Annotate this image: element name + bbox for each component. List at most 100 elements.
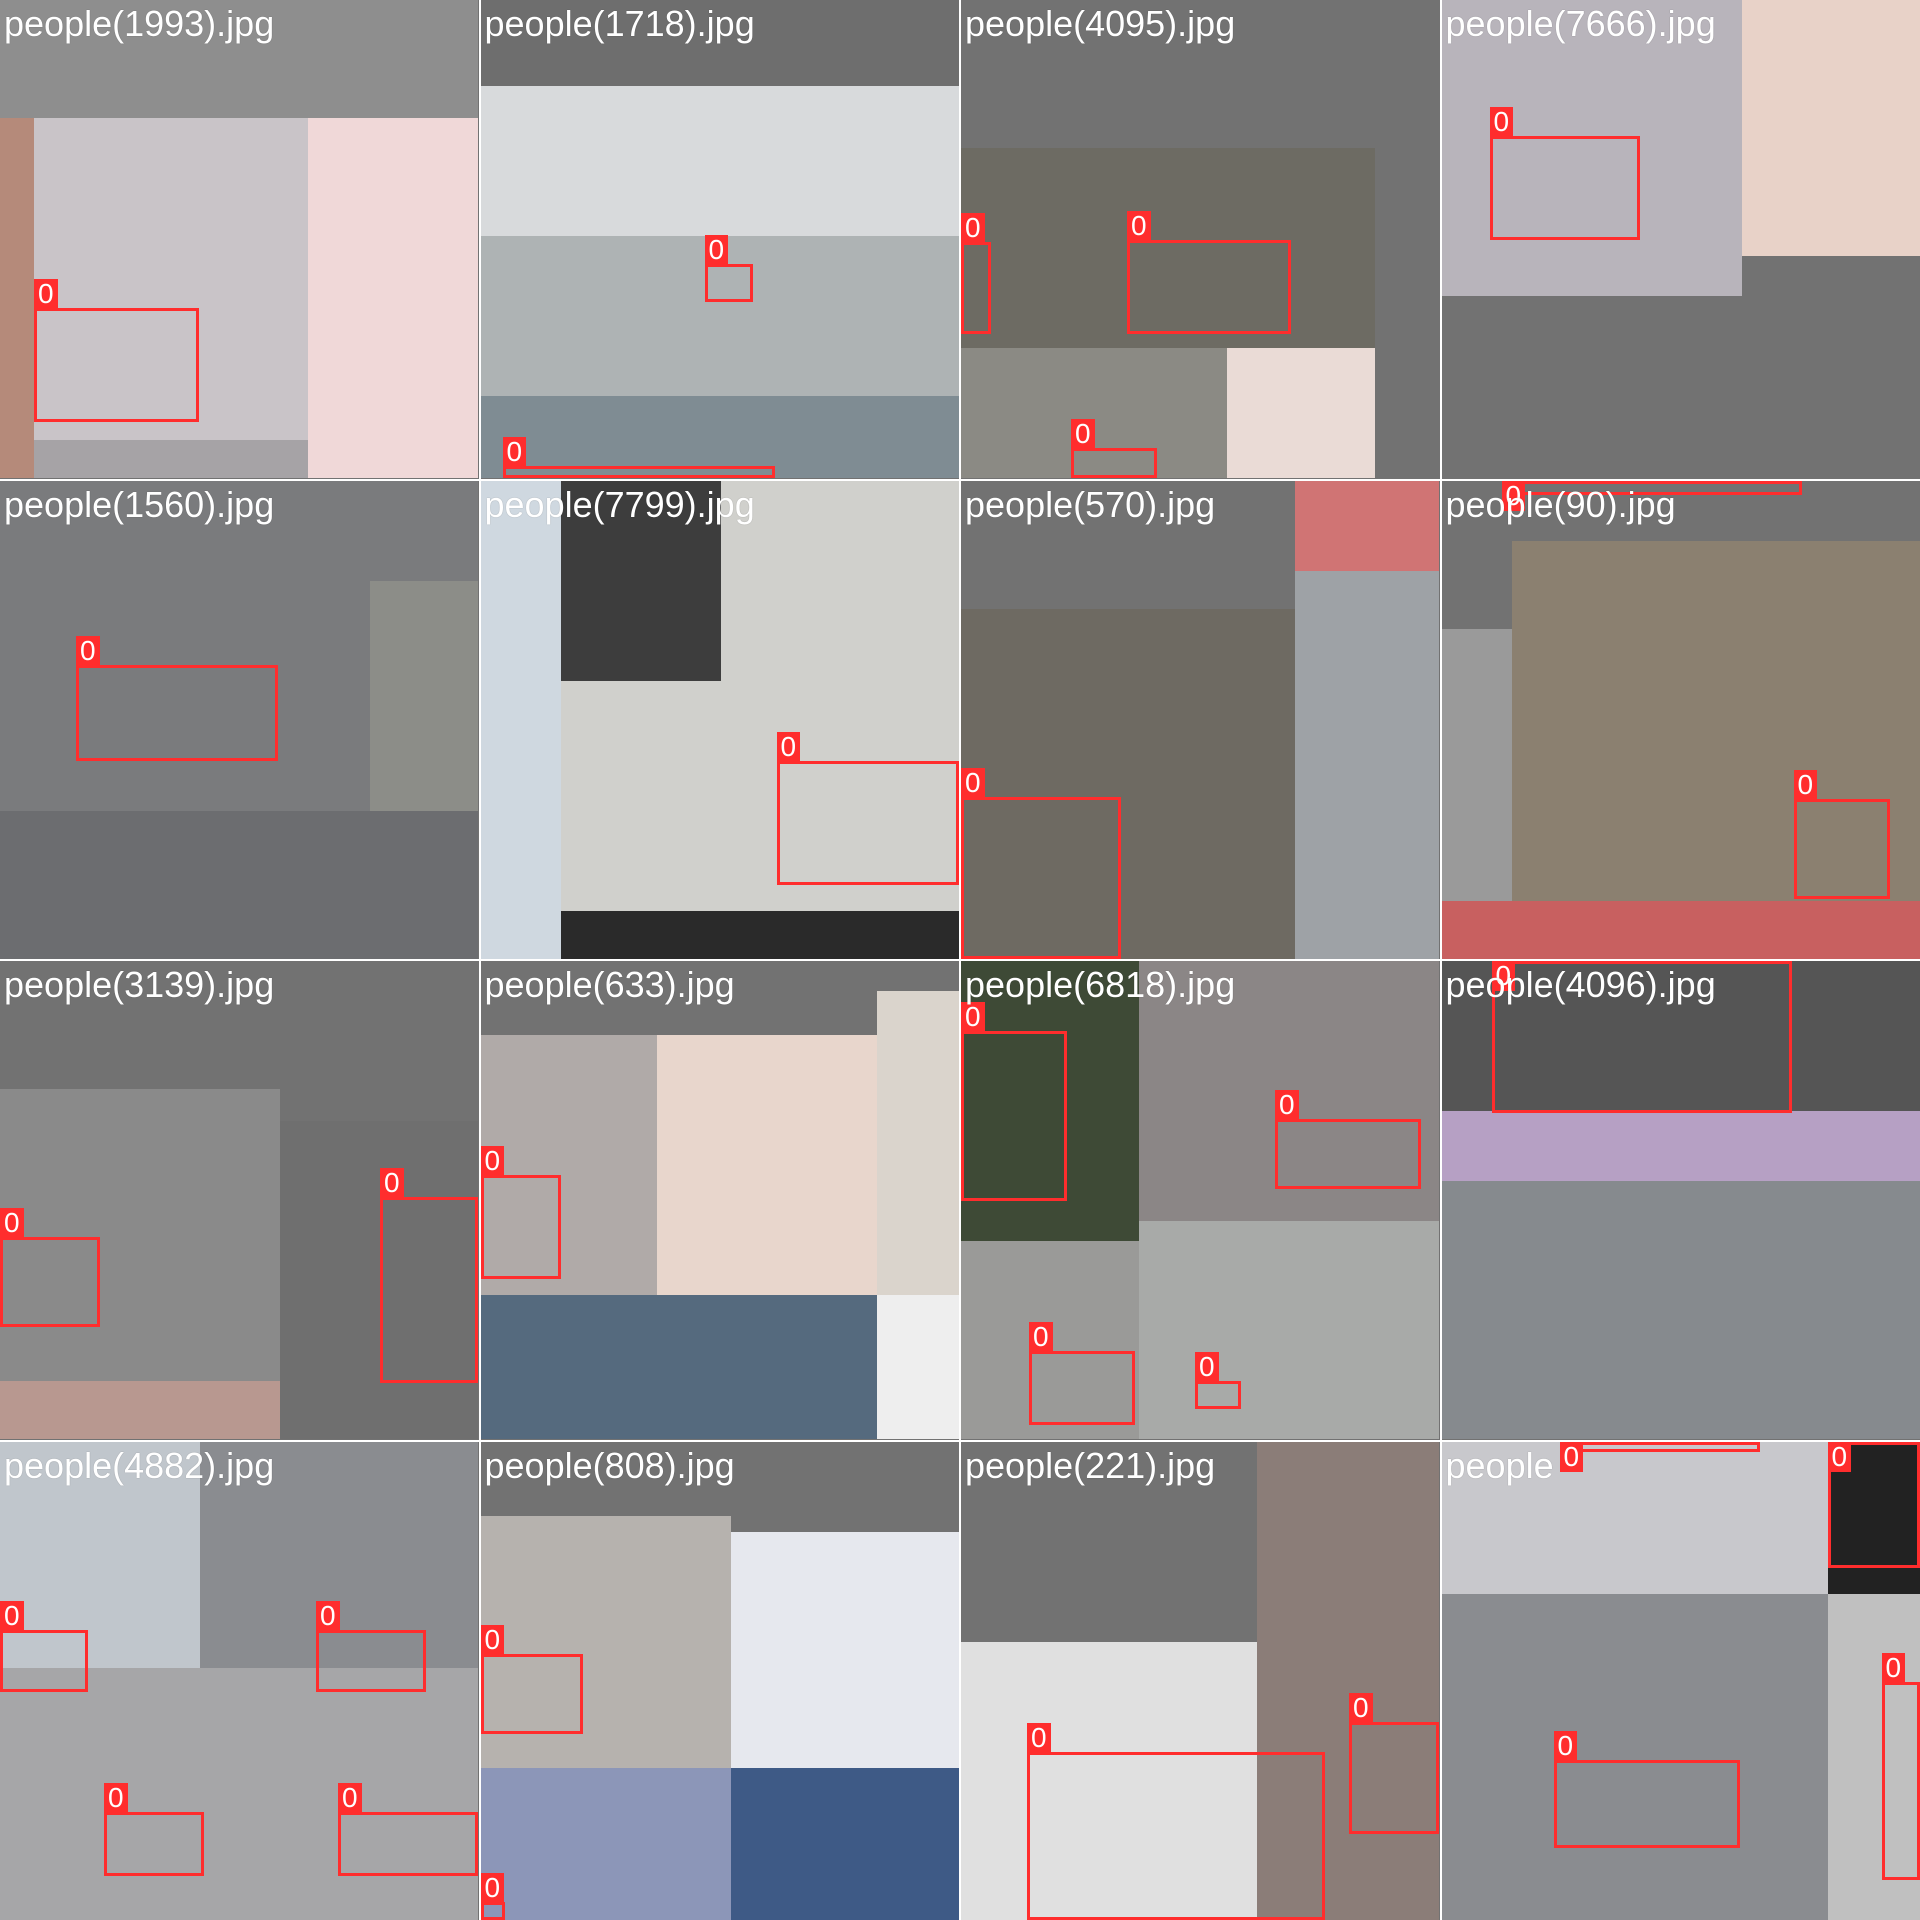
detection-class-label: 0 (0, 1600, 24, 1631)
detection-class-label: 0 (502, 437, 527, 467)
detection-box: 0 (34, 279, 199, 422)
tile-filename: people(4882).jpg (4, 1444, 275, 1486)
detection-box: 0 (704, 235, 753, 302)
photo-fragment (480, 480, 561, 959)
tile-filename: people(3139).jpg (4, 964, 275, 1005)
image-tile: 0 0 people(1718).jpg (480, 0, 959, 479)
photo-fragment (0, 810, 478, 959)
tile-filename: people(633).jpg (484, 964, 735, 1005)
detection-box: 0 (1027, 1722, 1325, 1920)
photo-fragment (730, 1767, 959, 1920)
detection-class-label: 0 (1881, 1652, 1906, 1683)
detection-box: 0 (1559, 1441, 1760, 1472)
detection-box: 0 (380, 1168, 478, 1383)
photo-fragment (1227, 348, 1375, 478)
detection-class-label: 0 (961, 213, 985, 243)
tile-filename: people(7666).jpg (1445, 3, 1716, 44)
detection-box: 0 (480, 1624, 583, 1734)
image-tile: 0 people(633).jpg (480, 961, 959, 1440)
detection-box: 0 (1195, 1352, 1241, 1409)
photo-fragment (0, 1667, 478, 1920)
image-tile: 0 0 people(90).jpg (1441, 480, 1920, 959)
image-tile: 0 people(570).jpg (961, 480, 1440, 959)
detection-class-label: 0 (1029, 1322, 1053, 1352)
tile-filename: people(1993).jpg (4, 3, 275, 44)
image-tile: 0 people(7799).jpg (480, 480, 959, 959)
detection-class-label: 0 (34, 279, 58, 309)
photo-fragment (370, 580, 478, 811)
photo-fragment (34, 440, 308, 478)
detection-box: 0 (480, 1872, 505, 1920)
detection-box: 0 (1275, 1090, 1421, 1189)
image-tile: 0 people(1993).jpg (0, 0, 479, 479)
detection-box: 0 (1827, 1441, 1920, 1568)
image-tile: 0 0 people(3139).jpg (0, 961, 479, 1440)
detection-class-label: 0 (961, 1002, 985, 1032)
detection-box: 0 (776, 731, 959, 885)
detection-class-label: 0 (776, 731, 801, 762)
detection-box: 0 (316, 1600, 426, 1692)
photo-fragment (308, 118, 478, 478)
photo-fragment (730, 1531, 959, 1768)
detection-box: 0 (104, 1782, 204, 1876)
detection-class-label: 0 (316, 1600, 340, 1631)
photo-fragment (1441, 1593, 1828, 1920)
photo-fragment (1441, 1111, 1920, 1181)
photo-fragment (560, 910, 959, 959)
detection-class-label: 0 (1349, 1692, 1373, 1723)
detection-class-label: 0 (76, 635, 100, 666)
photo-fragment (480, 86, 959, 236)
detection-class-label: 0 (1559, 1441, 1584, 1472)
detection-class-label: 0 (480, 1146, 505, 1176)
tile-filename: people(1718).jpg (484, 3, 755, 44)
detection-class-label: 0 (1553, 1730, 1578, 1761)
image-tile: 0 people(7666).jpg (1441, 0, 1920, 479)
tile-filename: people (1445, 1444, 1554, 1486)
detection-class-label: 0 (104, 1782, 128, 1813)
image-tile: 0 0 0 people(4095).jpg (961, 0, 1440, 479)
tile-filename: people(4095).jpg (965, 3, 1236, 44)
detection-class-label: 0 (704, 235, 729, 265)
detection-box: 0 (502, 437, 775, 478)
tile-filename: people(6818).jpg (965, 964, 1236, 1005)
photo-fragment (34, 118, 308, 478)
detection-box: 0 (0, 1600, 88, 1692)
photo-fragment (0, 1381, 280, 1439)
image-grid: 0 people(1993).jpg 0 0 people(1718).jpg 0 0 0 pe… (0, 0, 1920, 1920)
detection-box: 0 (1793, 769, 1890, 899)
tile-filename: people(90).jpg (1445, 483, 1676, 525)
detection-box: 0 (961, 1002, 1067, 1201)
tile-filename: people(221).jpg (965, 1444, 1216, 1486)
photo-fragment (1139, 1221, 1439, 1439)
tile-filename: people(1560).jpg (4, 483, 275, 525)
detection-class-label: 0 (0, 1208, 24, 1238)
detection-class-label: 0 (961, 767, 985, 798)
tile-filename: people(4096).jpg (1445, 964, 1716, 1005)
image-tile: 0 0 0 0 people(6818).jpg (961, 961, 1440, 1440)
detection-box: 0 (0, 1208, 100, 1327)
image-tile: 0 0 0 0 people(4882).jpg (0, 1441, 479, 1920)
detection-box: 0 (1553, 1730, 1740, 1848)
tile-filename: people(7799).jpg (484, 483, 755, 525)
photo-fragment (1741, 0, 1920, 256)
photo-fragment (1295, 480, 1439, 571)
image-tile: 0 people(1560).jpg (0, 480, 479, 959)
photo-fragment (876, 991, 959, 1295)
detection-box: 0 (1029, 1322, 1135, 1425)
tile-filename: people(570).jpg (965, 483, 1216, 525)
detection-box: 0 (1071, 419, 1157, 478)
detection-class-label: 0 (1195, 1352, 1219, 1382)
detection-class-label: 0 (1275, 1090, 1299, 1120)
photo-fragment (876, 1295, 959, 1439)
detection-box: 0 (338, 1782, 478, 1876)
photo-fragment (656, 1035, 877, 1295)
image-tile: 0 people(4096).jpg (1441, 961, 1920, 1440)
photo-fragment (480, 1767, 731, 1920)
detection-class-label: 0 (1827, 1441, 1852, 1472)
tile-filename: people(808).jpg (484, 1444, 735, 1486)
photo-fragment (1441, 296, 1498, 478)
image-tile: 0 0 people(221).jpg (961, 1441, 1440, 1920)
detection-box: 0 (76, 635, 278, 761)
detection-class-label: 0 (1793, 769, 1818, 800)
detection-box: 0 (1489, 107, 1640, 240)
